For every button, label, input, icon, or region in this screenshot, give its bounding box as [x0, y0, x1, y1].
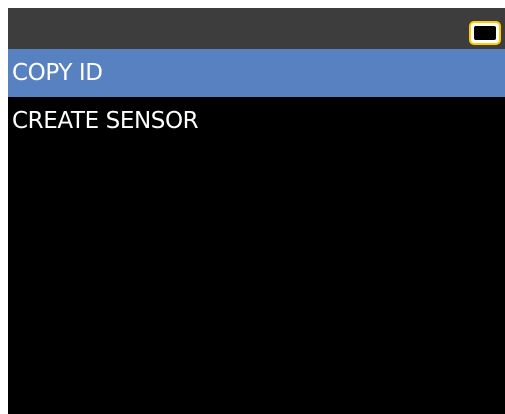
menu-item-create-sensor[interactable]: CREATE SENSOR [8, 97, 505, 145]
menu-list: COPY ID CREATE SENSOR [8, 49, 505, 145]
menu-item-copy-id[interactable]: COPY ID [8, 49, 505, 97]
status-bar [8, 8, 505, 49]
battery-icon [469, 21, 501, 45]
device-screen: COPY ID CREATE SENSOR [8, 8, 505, 414]
